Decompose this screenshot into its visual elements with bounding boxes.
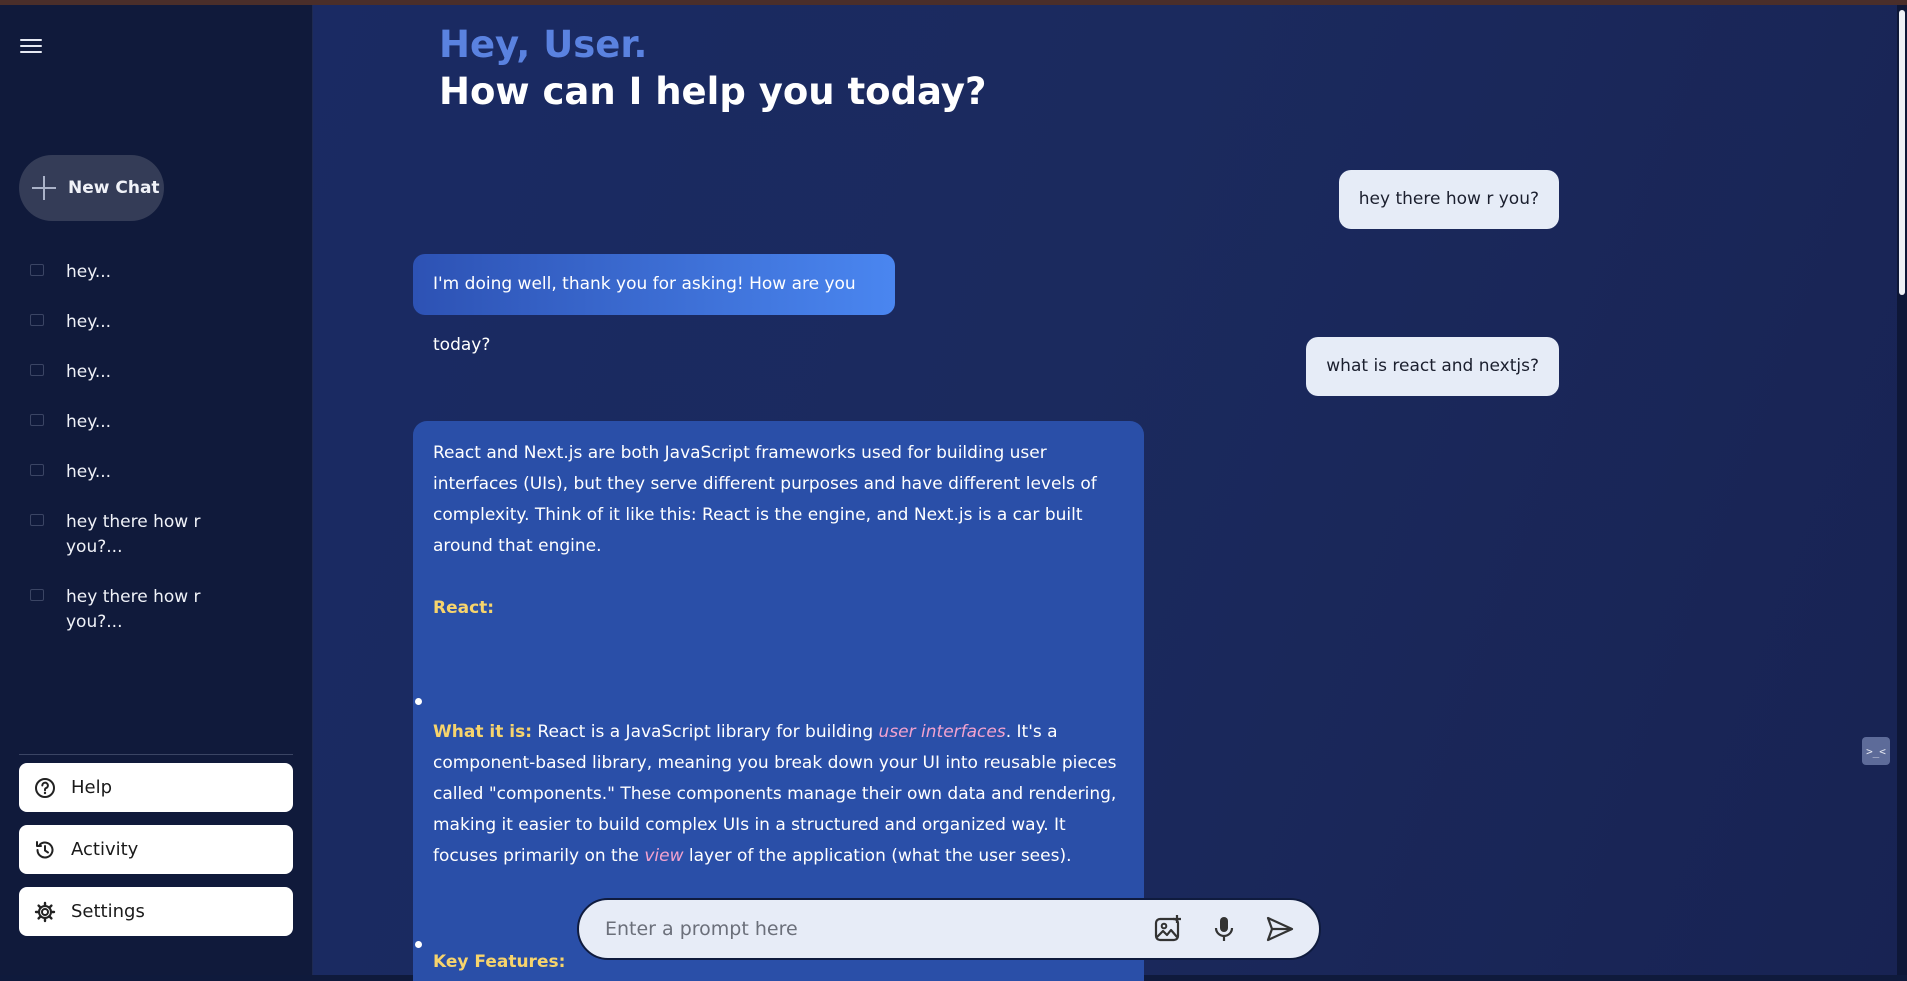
chat-bubble-icon	[30, 314, 44, 326]
bot-heading-key-features: Key Features:	[433, 952, 566, 972]
bot-heading-react: React:	[433, 598, 495, 618]
prompt-bar	[577, 898, 1321, 960]
plus-icon	[31, 175, 57, 201]
recent-chat-label: hey...	[66, 362, 112, 382]
greeting-name: Hey, User.	[439, 23, 648, 66]
bot-message: I'm doing well, thank you for asking! Ho…	[413, 254, 895, 355]
recent-chat-label: hey...	[66, 462, 112, 482]
send-icon[interactable]	[1263, 912, 1297, 946]
settings-label: Settings	[71, 901, 145, 922]
new-chat-label: New Chat	[68, 178, 160, 198]
chat-bubble-icon	[30, 414, 44, 426]
recent-chat-item[interactable]: hey...	[30, 460, 290, 485]
settings-button[interactable]: Settings	[19, 887, 293, 936]
scrollbar-thumb[interactable]	[1899, 10, 1905, 295]
what-text: . It's a component-based library, meanin…	[433, 722, 1117, 866]
help-label: Help	[71, 777, 113, 798]
sidebar-divider	[19, 754, 293, 755]
recent-chat-item[interactable]: hey...	[30, 260, 290, 285]
what-text: layer of the application (what the user …	[683, 846, 1072, 866]
help-button[interactable]: Help	[19, 763, 293, 812]
chat-bubble-icon	[30, 264, 44, 276]
chat-bubble-icon	[30, 589, 44, 601]
recent-chat-label: hey there how r you?...	[66, 512, 201, 557]
activity-label: Activity	[71, 839, 139, 860]
recent-chat-label: hey...	[66, 312, 112, 332]
activity-button[interactable]: Activity	[19, 825, 293, 874]
prompt-input[interactable]	[603, 917, 1151, 941]
recent-chat-item[interactable]: hey...	[30, 360, 290, 385]
mic-icon[interactable]	[1207, 912, 1241, 946]
recent-chat-label: hey there how r you?...	[66, 587, 201, 632]
new-chat-button[interactable]: New Chat	[19, 155, 164, 221]
recent-chat-item[interactable]: hey...	[30, 410, 290, 435]
chat-main: Hey, User. How can I help you today? hey…	[313, 5, 1907, 981]
bot-paragraph-intro: React and Next.js are both JavaScript fr…	[433, 443, 1097, 556]
chat-bubble-icon	[30, 364, 44, 376]
what-it-is-label: What it is:	[433, 722, 532, 742]
recent-chat-item[interactable]: hey...	[30, 310, 290, 335]
user-message: what is react and nextjs?	[1306, 337, 1559, 396]
recent-chat-label: hey...	[66, 412, 112, 432]
terminal-icon[interactable]: >_<	[1862, 737, 1890, 765]
emphasis-text: user interfaces	[878, 722, 1006, 742]
list-bullet	[415, 941, 422, 948]
hamburger-icon[interactable]	[20, 35, 42, 57]
emphasis-text: view	[644, 846, 684, 866]
recent-chats-list: hey... hey... hey... hey... hey... hey t…	[30, 260, 290, 660]
history-icon	[33, 838, 57, 862]
recent-chat-item[interactable]: hey there how r you?...	[30, 585, 290, 635]
user-message: hey there how r you?	[1338, 170, 1559, 229]
list-bullet	[415, 698, 422, 705]
scrollbar[interactable]	[1897, 5, 1907, 975]
chat-bubble-icon	[30, 464, 44, 476]
gear-icon	[33, 900, 57, 924]
recent-chat-item[interactable]: hey there how r you?...	[30, 510, 290, 560]
bot-message-long: React and Next.js are both JavaScript fr…	[413, 421, 1144, 981]
sidebar: New Chat hey... hey... hey... hey... hey…	[0, 5, 313, 975]
recent-chat-label: hey...	[66, 262, 112, 282]
greeting-question: How can I help you today?	[439, 70, 987, 113]
what-text: React is a JavaScript library for buildi…	[532, 722, 879, 742]
question-circle-icon	[33, 776, 57, 800]
image-add-icon[interactable]	[1151, 912, 1185, 946]
chat-bubble-icon	[30, 514, 44, 526]
bot-paragraph-what: What it is: React is a JavaScript librar…	[433, 717, 1124, 872]
